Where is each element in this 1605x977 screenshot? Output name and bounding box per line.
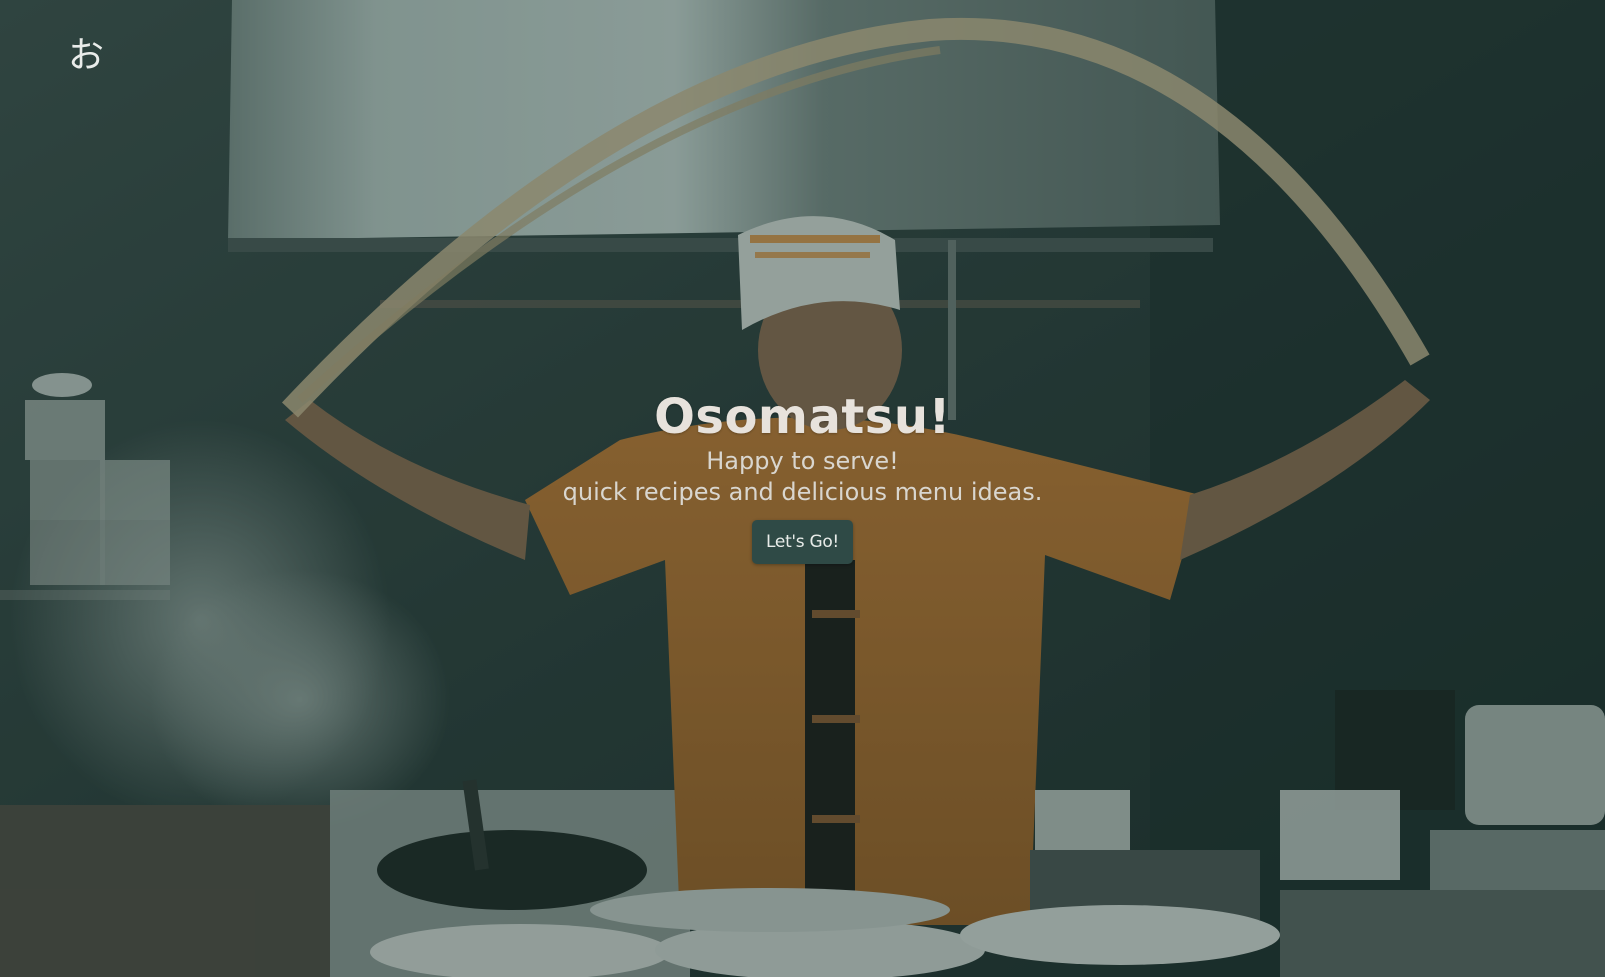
hero-content: Osomatsu! Happy to serve! quick recipes …: [0, 388, 1605, 564]
hero-subtitle-line-2: quick recipes and delicious menu ideas.: [562, 478, 1043, 506]
hero-title: Osomatsu!: [654, 389, 951, 445]
site-logo[interactable]: お: [68, 38, 104, 74]
hero-subtitle-line-1: Happy to serve!: [706, 447, 899, 475]
hero-section: お Osomatsu! Happy to serve! quick recipe…: [0, 0, 1605, 977]
lets-go-button[interactable]: Let's Go!: [752, 520, 853, 564]
